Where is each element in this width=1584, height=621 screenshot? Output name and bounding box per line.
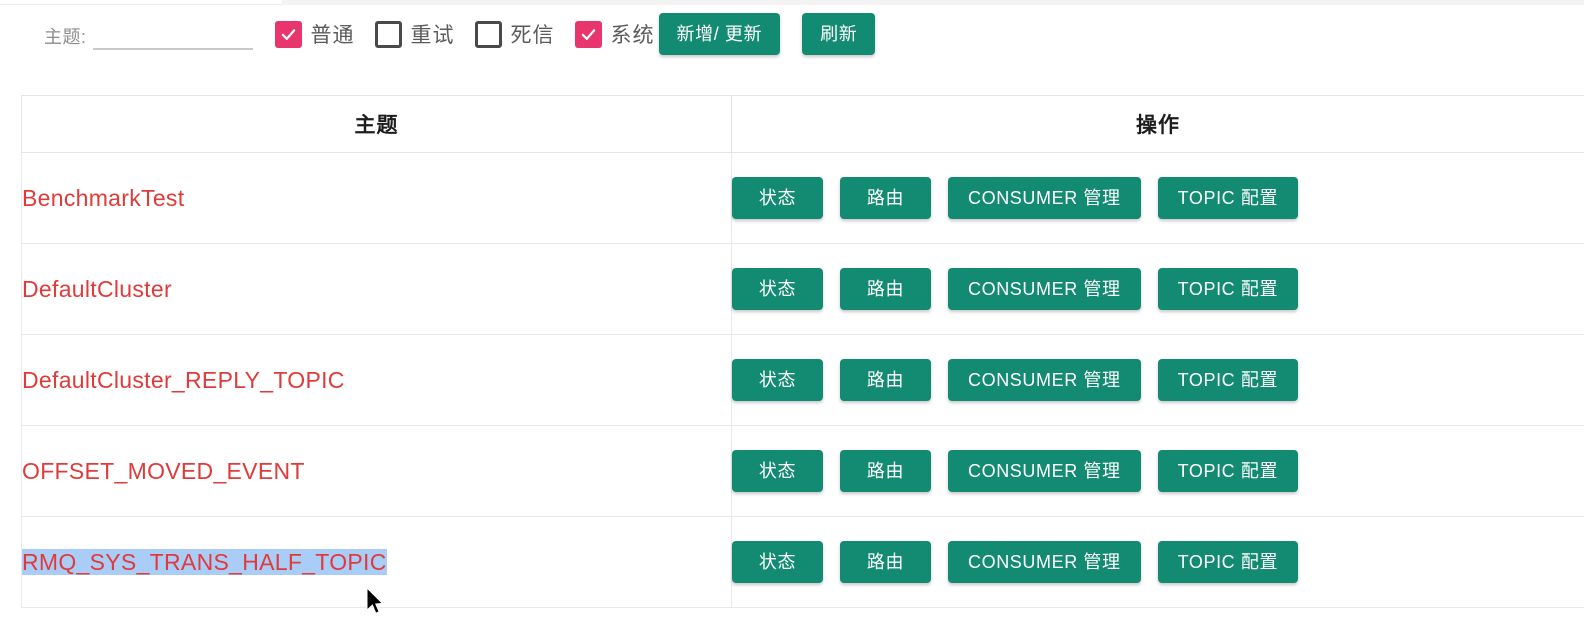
consumer-manage-button[interactable]: CONSUMER 管理 bbox=[948, 268, 1141, 310]
column-header-topic: 主题 bbox=[22, 96, 732, 153]
route-button[interactable]: 路由 bbox=[840, 359, 931, 401]
topic-table-body: BenchmarkTest 状态 路由 CONSUMER 管理 TOPIC 配置… bbox=[22, 153, 1584, 608]
topic-link[interactable]: DefaultCluster bbox=[22, 276, 172, 302]
topic-table: 主题 操作 BenchmarkTest 状态 路由 CONSUMER 管理 TO… bbox=[21, 95, 1584, 608]
status-button[interactable]: 状态 bbox=[732, 450, 823, 492]
topic-cell: RMQ_SYS_TRANS_HALF_TOPIC bbox=[22, 517, 732, 608]
checkbox-normal[interactable]: 普通 bbox=[275, 19, 355, 49]
row-action-buttons: 状态 路由 CONSUMER 管理 TOPIC 配置 bbox=[732, 450, 1584, 492]
table-header-row: 主题 操作 bbox=[22, 96, 1584, 153]
table-row: RMQ_SYS_TRANS_HALF_TOPIC 状态 路由 CONSUMER … bbox=[22, 517, 1584, 608]
consumer-manage-button[interactable]: CONSUMER 管理 bbox=[948, 450, 1141, 492]
toolbar-buttons: 新增/ 更新 刷新 bbox=[659, 13, 898, 55]
checkbox-dead-letter-box[interactable] bbox=[475, 21, 502, 48]
topic-config-button[interactable]: TOPIC 配置 bbox=[1158, 541, 1298, 583]
table-row: BenchmarkTest 状态 路由 CONSUMER 管理 TOPIC 配置 bbox=[22, 153, 1584, 244]
topic-search-label: 主题: bbox=[44, 27, 87, 50]
refresh-button[interactable]: 刷新 bbox=[802, 13, 875, 55]
checkbox-system[interactable]: 系统 bbox=[575, 19, 655, 49]
row-action-buttons: 状态 路由 CONSUMER 管理 TOPIC 配置 bbox=[732, 359, 1584, 401]
table-row: DefaultCluster 状态 路由 CONSUMER 管理 TOPIC 配… bbox=[22, 244, 1584, 335]
status-button[interactable]: 状态 bbox=[732, 177, 823, 219]
status-button[interactable]: 状态 bbox=[732, 541, 823, 583]
row-action-buttons: 状态 路由 CONSUMER 管理 TOPIC 配置 bbox=[732, 268, 1584, 310]
topic-search-input[interactable] bbox=[93, 24, 253, 50]
checkbox-retry[interactable]: 重试 bbox=[375, 19, 455, 49]
filter-toolbar: 主题: 普通 重试 bbox=[0, 5, 1584, 60]
status-button[interactable]: 状态 bbox=[732, 268, 823, 310]
checkbox-system-label: 系统 bbox=[611, 19, 655, 49]
topic-cell: OFFSET_MOVED_EVENT bbox=[22, 426, 732, 517]
table-row: DefaultCluster_REPLY_TOPIC 状态 路由 CONSUME… bbox=[22, 335, 1584, 426]
row-action-buttons: 状态 路由 CONSUMER 管理 TOPIC 配置 bbox=[732, 541, 1584, 583]
topic-cell: DefaultCluster_REPLY_TOPIC bbox=[22, 335, 732, 426]
topic-config-button[interactable]: TOPIC 配置 bbox=[1158, 268, 1298, 310]
route-button[interactable]: 路由 bbox=[840, 268, 931, 310]
checkbox-dead-letter-label: 死信 bbox=[511, 19, 555, 49]
topic-table-container: 主题 操作 BenchmarkTest 状态 路由 CONSUMER 管理 TO… bbox=[21, 95, 1584, 608]
column-header-operation: 操作 bbox=[732, 96, 1584, 153]
checkbox-normal-label: 普通 bbox=[311, 19, 355, 49]
checkbox-dead-letter[interactable]: 死信 bbox=[475, 19, 555, 49]
topic-search-field: 主题: bbox=[44, 24, 253, 50]
topic-config-button[interactable]: TOPIC 配置 bbox=[1158, 450, 1298, 492]
route-button[interactable]: 路由 bbox=[840, 450, 931, 492]
operation-cell: 状态 路由 CONSUMER 管理 TOPIC 配置 bbox=[732, 517, 1584, 608]
filter-checkbox-group: 普通 重试 死信 bbox=[275, 19, 655, 49]
operation-cell: 状态 路由 CONSUMER 管理 TOPIC 配置 bbox=[732, 335, 1584, 426]
operation-cell: 状态 路由 CONSUMER 管理 TOPIC 配置 bbox=[732, 426, 1584, 517]
route-button[interactable]: 路由 bbox=[840, 541, 931, 583]
operation-cell: 状态 路由 CONSUMER 管理 TOPIC 配置 bbox=[732, 244, 1584, 335]
topic-table-head: 主题 操作 bbox=[22, 96, 1584, 153]
consumer-manage-button[interactable]: CONSUMER 管理 bbox=[948, 177, 1141, 219]
status-button[interactable]: 状态 bbox=[732, 359, 823, 401]
checkbox-normal-box[interactable] bbox=[275, 21, 302, 48]
checkbox-retry-box[interactable] bbox=[375, 21, 402, 48]
topic-config-button[interactable]: TOPIC 配置 bbox=[1158, 177, 1298, 219]
topic-cell: DefaultCluster bbox=[22, 244, 732, 335]
consumer-manage-button[interactable]: CONSUMER 管理 bbox=[948, 541, 1141, 583]
topic-link[interactable]: DefaultCluster_REPLY_TOPIC bbox=[22, 367, 345, 393]
consumer-manage-button[interactable]: CONSUMER 管理 bbox=[948, 359, 1141, 401]
topic-config-button[interactable]: TOPIC 配置 bbox=[1158, 359, 1298, 401]
check-icon bbox=[281, 27, 296, 42]
topic-link[interactable]: OFFSET_MOVED_EVENT bbox=[22, 458, 305, 484]
route-button[interactable]: 路由 bbox=[840, 177, 931, 219]
checkbox-retry-label: 重试 bbox=[411, 19, 455, 49]
check-icon bbox=[581, 27, 596, 42]
table-row: OFFSET_MOVED_EVENT 状态 路由 CONSUMER 管理 TOP… bbox=[22, 426, 1584, 517]
topic-link[interactable]: BenchmarkTest bbox=[22, 185, 184, 211]
operation-cell: 状态 路由 CONSUMER 管理 TOPIC 配置 bbox=[732, 153, 1584, 244]
topic-link[interactable]: RMQ_SYS_TRANS_HALF_TOPIC bbox=[22, 549, 387, 575]
page-root: 主题: 普通 重试 bbox=[0, 0, 1584, 621]
add-update-button[interactable]: 新增/ 更新 bbox=[659, 13, 781, 55]
checkbox-system-box[interactable] bbox=[575, 21, 602, 48]
topic-cell: BenchmarkTest bbox=[22, 153, 732, 244]
row-action-buttons: 状态 路由 CONSUMER 管理 TOPIC 配置 bbox=[732, 177, 1584, 219]
